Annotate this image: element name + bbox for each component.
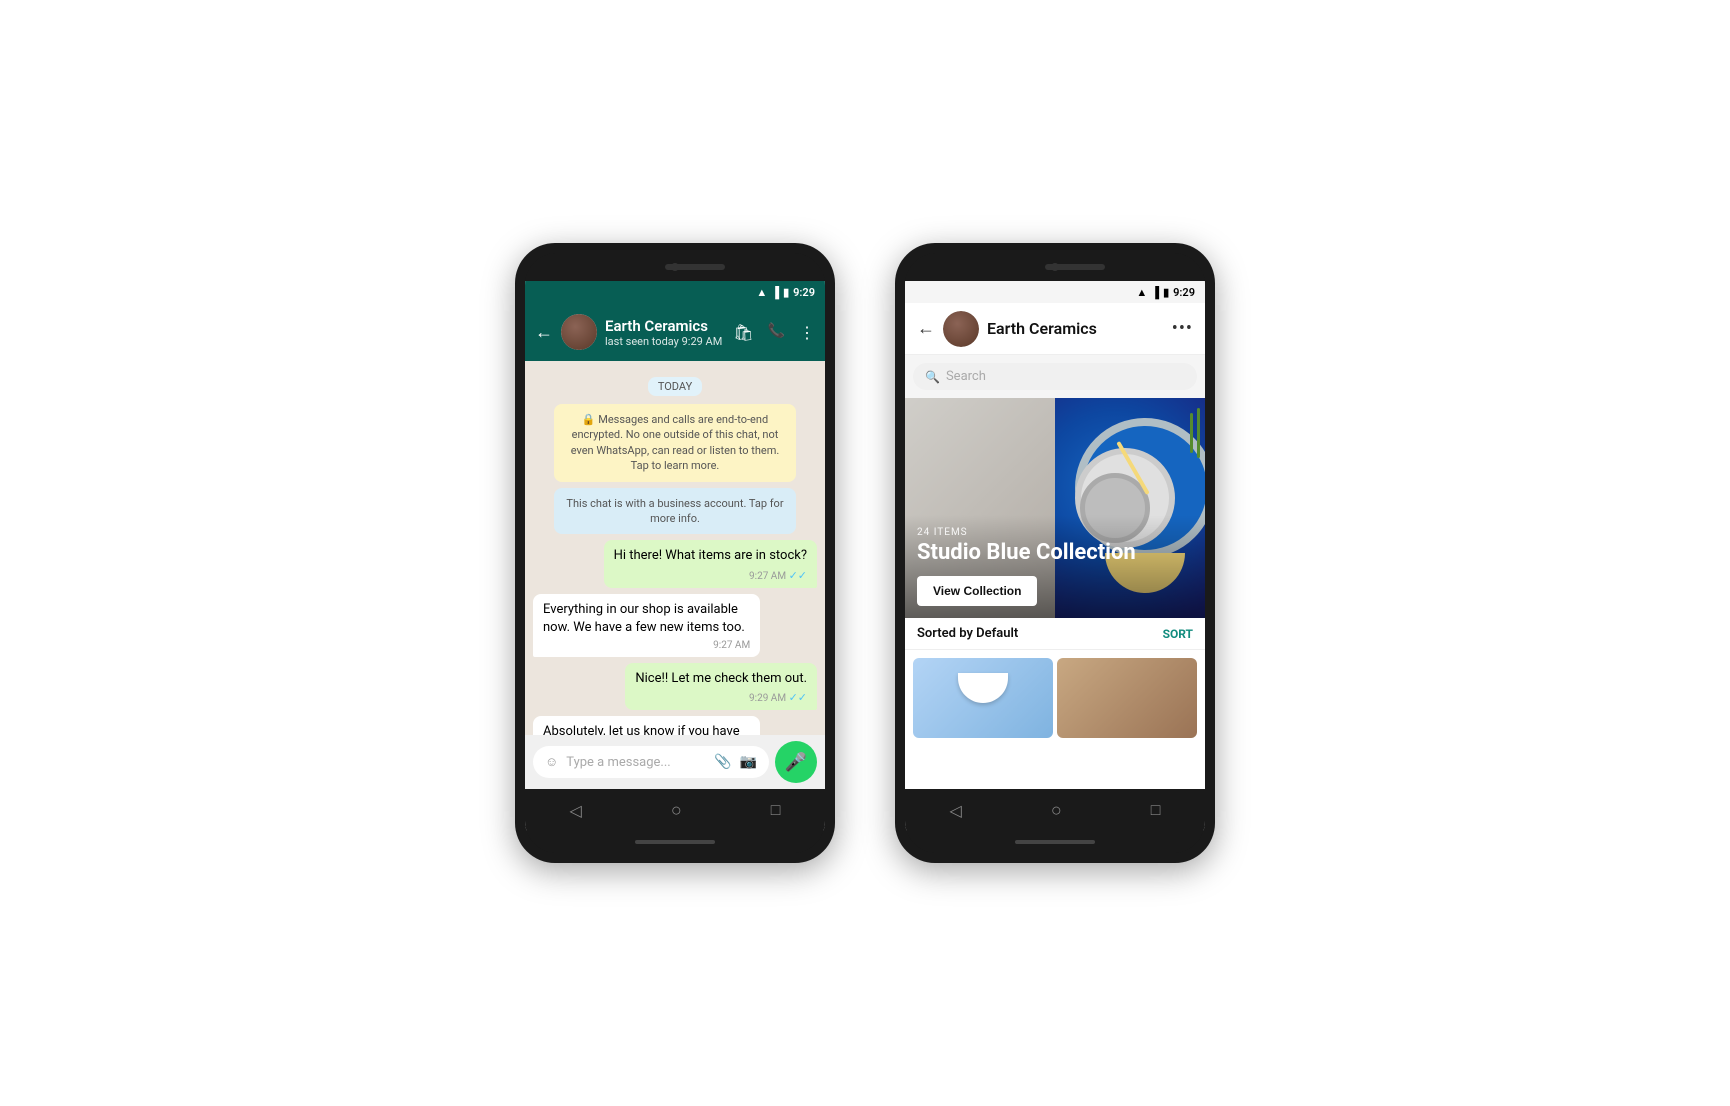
right-time-display: 9:29 [1173,286,1195,299]
product-tile-2[interactable] [1057,658,1197,738]
catalog-avatar-image [943,311,979,347]
sent-message-1: Hi there! What items are in stock? 9:27 … [604,540,817,587]
phone-top-bar [525,253,825,281]
right-nav-home-button[interactable]: ○ [1051,800,1062,821]
chat-header: ← Earth Ceramics last seen today 9:29 AM… [525,303,825,361]
right-phone: ▲ ▐ ▮ 9:29 ← Earth Ceramics ••• [895,243,1215,863]
bottom-indicator [635,840,715,844]
plant-decoration-1 [1197,408,1200,458]
catalog-banner: 24 ITEMS Studio Blue Collection View Col… [905,398,1205,618]
banner-text: 24 ITEMS Studio Blue Collection View Col… [905,515,1205,618]
products-grid [905,650,1205,746]
avatar [561,314,597,350]
sort-label: Sorted by Default [917,626,1018,641]
phone-bottom [525,831,825,853]
right-screen: ▲ ▐ ▮ 9:29 ← Earth Ceramics ••• [905,281,1205,831]
message-input-area[interactable]: ☺ Type a message... 📎 📷 [533,746,769,778]
chat-area: TODAY 🔒 Messages and calls are end-to-en… [525,361,825,735]
right-phone-bottom [905,831,1205,853]
business-notice[interactable]: This chat is with a business account. Ta… [554,488,795,535]
battery-icon: ▮ [783,286,789,299]
nav-recent-button[interactable]: □ [771,800,781,820]
camera-icon[interactable]: 📷 [740,754,757,770]
left-screen: ▲ ▐ ▮ 9:29 ← Earth Ceramics last seen to… [525,281,825,831]
date-label: TODAY [533,375,817,394]
signal-icon: ▐ [771,286,779,299]
shop-icon[interactable]: 🛍 [733,323,753,342]
right-nav-back-button[interactable]: ◁ [950,801,962,820]
content-spacer [905,746,1205,789]
avatar-image [561,314,597,350]
right-signal-icon: ▐ [1151,286,1159,299]
items-count: 24 ITEMS [917,527,1193,538]
header-icons: 🛍 📞 ⋮ [733,323,815,342]
encryption-notice[interactable]: 🔒 Messages and calls are end-to-end encr… [554,404,795,482]
view-collection-button[interactable]: View Collection [917,576,1037,606]
catalog-avatar [943,311,979,347]
catalog-contact-name: Earth Ceramics [987,319,1164,338]
right-battery-icon: ▮ [1163,286,1169,299]
contact-name: Earth Ceramics [605,317,725,335]
catalog-more-button[interactable]: ••• [1172,318,1193,339]
sent-message-2: Nice!! Let me check them out. 9:29 AM ✓✓ [625,663,817,710]
search-icon: 🔍 [925,370,940,384]
received-message-2: Absolutely, let us know if you have any … [533,716,760,735]
product-image-1 [958,673,1008,703]
catalog-header: ← Earth Ceramics ••• [905,303,1205,355]
right-phone-top [905,253,1205,281]
right-nav-recent-button[interactable]: □ [1151,800,1161,820]
right-navigation-bar: ◁ ○ □ [905,789,1205,831]
plant-decoration-2 [1190,413,1193,453]
msg-time-3: 9:29 AM ✓✓ [635,690,807,706]
back-button[interactable]: ← [535,322,553,343]
wifi-icon: ▲ [756,286,767,299]
product-tile-1[interactable] [913,658,1053,738]
header-info: Earth Ceramics last seen today 9:29 AM [605,317,725,348]
nav-back-button[interactable]: ◁ [570,801,582,820]
read-check-2: ✓✓ [789,691,807,704]
call-icon[interactable]: 📞 [768,323,785,342]
right-wifi-icon: ▲ [1136,286,1147,299]
navigation-bar: ◁ ○ □ [525,789,825,831]
right-phone-speaker [1045,264,1105,270]
search-placeholder: Search [946,369,986,384]
left-phone: ▲ ▐ ▮ 9:29 ← Earth Ceramics last seen to… [515,243,835,863]
mic-button[interactable]: 🎤 [775,741,817,783]
input-bar: ☺ Type a message... 📎 📷 🎤 [525,735,825,789]
time-display: 9:29 [793,286,815,299]
last-seen: last seen today 9:29 AM [605,335,725,348]
msg-time-1: 9:27 AM ✓✓ [614,568,807,584]
attach-icon[interactable]: 📎 [714,754,731,770]
received-message-1: Everything in our shop is available now.… [533,594,760,657]
search-bar[interactable]: 🔍 Search [913,363,1197,390]
emoji-icon[interactable]: ☺ [545,754,558,770]
nav-home-button[interactable]: ○ [671,800,682,821]
catalog-status-bar: ▲ ▐ ▮ 9:29 [905,281,1205,303]
right-bottom-indicator [1015,840,1095,844]
collection-title: Studio Blue Collection [917,540,1193,566]
mic-icon: 🎤 [785,752,807,773]
read-check: ✓✓ [789,569,807,582]
sort-button[interactable]: SORT [1163,627,1193,641]
phone-speaker [665,264,725,270]
catalog-back-button[interactable]: ← [917,318,935,339]
sort-bar: Sorted by Default SORT [905,618,1205,650]
more-icon[interactable]: ⋮ [799,323,815,342]
msg-time-2: 9:27 AM [543,639,750,653]
status-bar: ▲ ▐ ▮ 9:29 [525,281,825,303]
message-placeholder: Type a message... [566,755,706,770]
